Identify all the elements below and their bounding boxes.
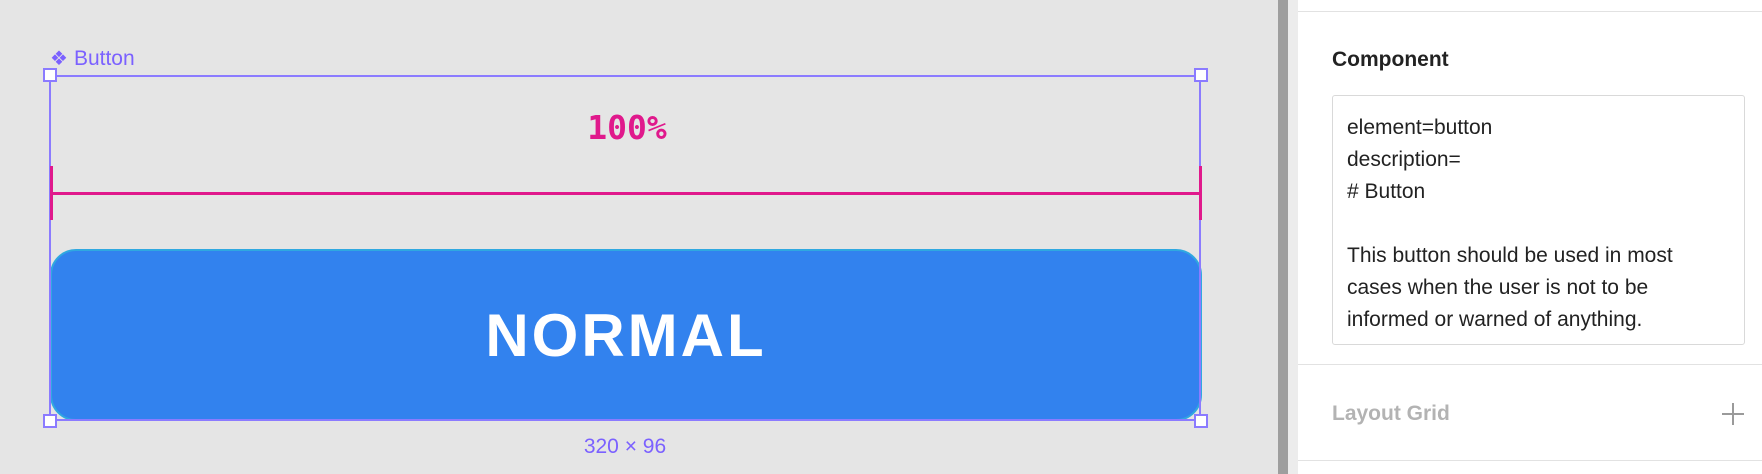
design-canvas[interactable]: ❖ Button NORMAL 100% 320 × 96 (0, 0, 1278, 474)
layout-grid-section-title: Layout Grid (1332, 402, 1450, 425)
panel-splitter[interactable] (1278, 0, 1288, 474)
app-root: ❖ Button NORMAL 100% 320 × 96 Component … (0, 0, 1762, 474)
add-layout-grid-button[interactable] (1718, 399, 1748, 429)
component-description-field[interactable]: element=button description= # Button Thi… (1332, 95, 1745, 345)
selection-dimensions: 320 × 96 (583, 435, 667, 458)
resize-handle-top-left[interactable] (43, 68, 57, 82)
resize-handle-top-right[interactable] (1194, 68, 1208, 82)
measure-cap-right (1199, 166, 1202, 220)
panel-gutter (1288, 0, 1298, 474)
frame-label[interactable]: ❖ Button (50, 47, 135, 71)
divider-bottom (1298, 460, 1762, 461)
frame-label-text: Button (73, 47, 135, 70)
component-icon: ❖ (50, 48, 68, 70)
divider-top (1298, 11, 1762, 12)
width-measure-line (52, 192, 1200, 195)
component-section-title: Component (1332, 48, 1449, 71)
divider-middle (1298, 364, 1762, 365)
resize-handle-bottom-left[interactable] (43, 414, 57, 428)
measure-cap-left (50, 166, 53, 220)
resize-handle-bottom-right[interactable] (1194, 414, 1208, 428)
inspector-panel: Component element=button description= # … (1298, 0, 1762, 474)
width-measure-value: 100% (587, 108, 667, 147)
